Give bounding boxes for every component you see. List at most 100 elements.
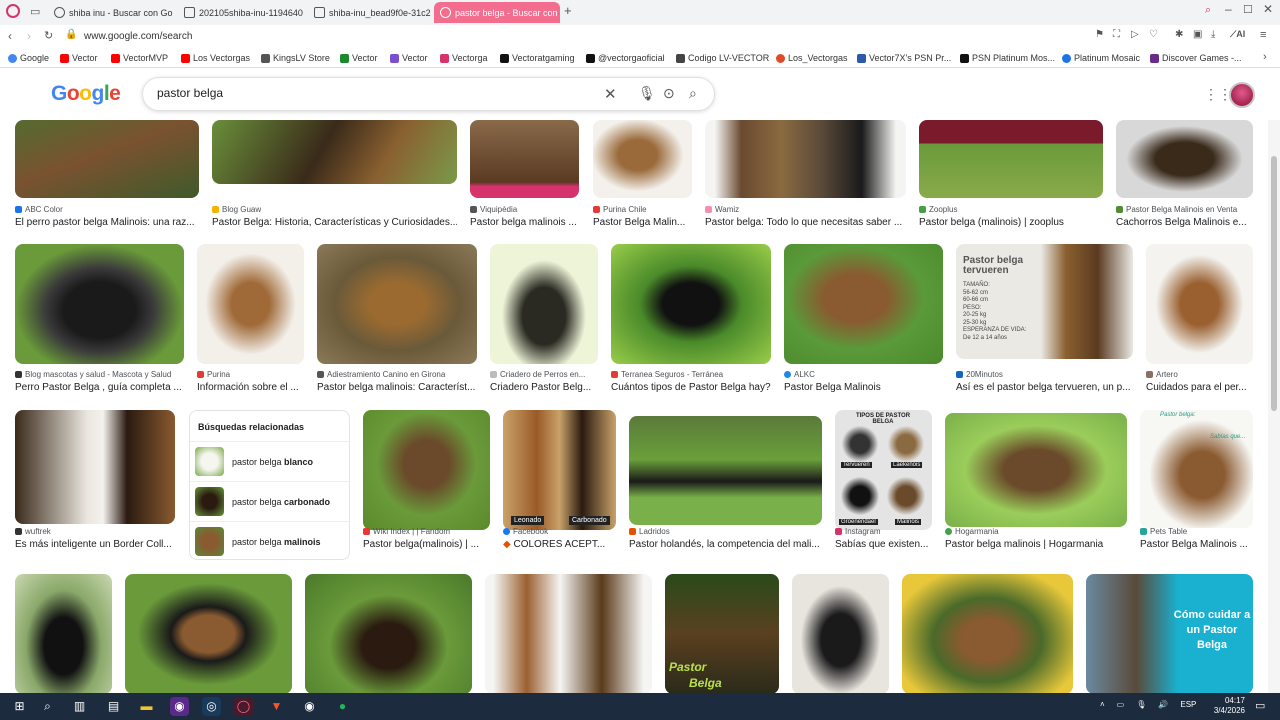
bookmark-item[interactable]: Vector7X's PSN Pr... xyxy=(857,53,951,63)
result-title[interactable]: Pastor belga (malinois) | zooplus xyxy=(919,217,1103,228)
reload-icon[interactable]: ↻ xyxy=(44,29,53,42)
discord-icon[interactable]: ◉ xyxy=(170,697,189,716)
address-bar[interactable]: www.google.com/search xyxy=(84,31,192,42)
tray-expand-icon[interactable]: ˄ xyxy=(1100,700,1105,709)
file-explorer-icon[interactable]: ▬ xyxy=(137,697,156,716)
result-image[interactable]: Pastor belga tervueren TAMAÑO: 56-62 cm … xyxy=(956,244,1133,359)
result-title[interactable]: Cachorros Belga Malinois e... xyxy=(1116,217,1253,228)
download-icon[interactable]: ⤓ xyxy=(1211,29,1215,40)
menu-icon[interactable]: ≡ xyxy=(1260,29,1266,41)
page-scrollbar[interactable] xyxy=(1268,120,1280,693)
bookmark-item[interactable]: Los Vectorgas xyxy=(181,53,250,63)
bookmark-icon[interactable]: ⚑ xyxy=(1095,29,1104,40)
bookmark-item[interactable]: Vector xyxy=(340,53,378,63)
result-title[interactable]: Pastor Belga Malinois xyxy=(784,382,943,393)
browser-logo-icon[interactable] xyxy=(6,4,20,18)
result-title[interactable]: Pastor Belga Malinois ... xyxy=(1140,539,1253,550)
maximize-icon[interactable]: ☐ xyxy=(1243,3,1253,16)
brave-icon[interactable]: ▼ xyxy=(267,697,286,716)
ai-icon[interactable]: ⟋AI xyxy=(1230,29,1245,40)
related-search-malinois[interactable]: pastor belga malinois xyxy=(190,521,350,561)
result-image[interactable] xyxy=(485,574,652,693)
related-search-blanco[interactable]: pastor belga blanco xyxy=(190,441,350,481)
bookmark-item[interactable]: Platinum Mosaic xyxy=(1062,53,1140,63)
result-title[interactable]: Pastor Belga: Historia, Características … xyxy=(212,217,457,228)
bookmark-item[interactable]: Vectorga xyxy=(440,53,488,63)
result-title[interactable]: Pastor belga malinois | Hogarmania xyxy=(945,539,1127,550)
result-image[interactable] xyxy=(212,120,457,184)
bookmark-item[interactable]: Los_Vectorgas xyxy=(776,53,848,63)
tab-shiba-image-1[interactable]: 202105shiba-inu-1194640 xyxy=(178,2,306,23)
search-tabs-icon[interactable]: ⌕ xyxy=(1205,4,1211,17)
result-title[interactable]: Pastor holandés, la competencia del mali… xyxy=(629,539,822,550)
result-title[interactable]: Es más inteligente un Border Coll... xyxy=(15,539,175,550)
close-window-icon[interactable]: ✕ xyxy=(1263,2,1273,16)
avatar[interactable] xyxy=(1229,82,1255,108)
bookmark-item[interactable]: VectorMVP xyxy=(111,53,168,63)
bookmark-item[interactable]: Vectoratgaming xyxy=(500,53,575,63)
result-image[interactable] xyxy=(317,244,477,364)
bookmark-item[interactable]: Codigo LV-VECTOR xyxy=(676,53,769,63)
result-title[interactable]: Pastor belga: Todo lo que necesitas sabe… xyxy=(705,217,906,228)
result-image[interactable] xyxy=(902,574,1073,693)
bookmark-item[interactable]: PSN Platinum Mos... xyxy=(960,53,1055,63)
minimize-icon[interactable]: – xyxy=(1225,2,1232,16)
bookmark-item[interactable]: @vectorgaoficial xyxy=(586,53,665,63)
search-input[interactable] xyxy=(157,86,587,100)
result-image[interactable] xyxy=(470,120,579,198)
new-tab-button[interactable]: + xyxy=(564,3,572,18)
bookmark-item[interactable]: Discover Games -... xyxy=(1150,53,1242,63)
more-bookmarks-icon[interactable]: › xyxy=(1263,51,1267,63)
search-icon[interactable]: ⌕ xyxy=(689,85,697,102)
tab-pastor-belga[interactable]: pastor belga - Buscar con xyxy=(434,2,560,23)
network-icon[interactable]: ▭ xyxy=(1117,700,1125,709)
result-image[interactable] xyxy=(15,410,175,524)
result-image[interactable]: TIPOS DE PASTOR BELGA Tervueren Laekenoi… xyxy=(835,410,932,530)
result-image[interactable]: Pastor belga: Sabías que... xyxy=(1140,410,1253,528)
result-title[interactable]: Pastor belga malinois ... xyxy=(470,217,579,228)
tab-shiba-search[interactable]: shiba inu - Buscar con Go xyxy=(48,2,176,23)
extensions-icon[interactable]: ✱ xyxy=(1175,29,1183,40)
clock[interactable]: 04:17 3/4/2026 xyxy=(1205,696,1245,716)
bookmark-item[interactable]: Vector xyxy=(60,53,98,63)
result-image[interactable]: Leonado Carbonado xyxy=(503,410,616,530)
screenshot-icon[interactable]: ⛶ xyxy=(1113,29,1120,40)
google-logo[interactable]: Google xyxy=(51,82,121,106)
result-title[interactable]: Criadero Pastor Belg... xyxy=(490,382,598,393)
result-title[interactable]: Cuidados para el per... xyxy=(1146,382,1253,393)
result-image[interactable] xyxy=(593,120,692,198)
result-image[interactable] xyxy=(1146,244,1253,364)
result-image[interactable] xyxy=(197,244,304,364)
result-image[interactable] xyxy=(305,574,472,693)
task-view-icon[interactable]: ▥ xyxy=(70,697,89,716)
result-image[interactable] xyxy=(363,410,490,530)
result-image[interactable] xyxy=(611,244,771,364)
result-image[interactable] xyxy=(705,120,906,198)
clear-search-icon[interactable]: ✕ xyxy=(604,85,617,103)
result-title[interactable]: Información sobre el ... xyxy=(197,382,304,393)
bookmark-item[interactable]: KingsLV Store xyxy=(261,53,330,63)
result-image[interactable] xyxy=(629,416,822,525)
bookmark-item[interactable]: Vector xyxy=(390,53,428,63)
heart-icon[interactable]: ♡ xyxy=(1149,29,1158,40)
browser-icon[interactable]: ◯ xyxy=(234,697,253,716)
result-image[interactable] xyxy=(919,120,1103,198)
result-image[interactable] xyxy=(945,413,1127,527)
result-image[interactable] xyxy=(125,574,292,693)
result-image[interactable] xyxy=(490,244,598,364)
result-title[interactable]: Pastor Belga Malin... xyxy=(593,217,692,228)
result-title[interactable]: Sabías que existen... xyxy=(835,539,932,550)
obs-icon[interactable]: ◉ xyxy=(300,697,319,716)
result-title[interactable]: Pastor belga(malinois) | ... xyxy=(363,539,490,550)
result-image[interactable]: Cómo cuidar a un Pastor Belga xyxy=(1086,574,1253,693)
notifications-icon[interactable]: ▭ xyxy=(1255,699,1265,712)
result-image[interactable] xyxy=(1116,120,1253,198)
result-title[interactable]: ◆ COLORES ACEPT... xyxy=(503,539,616,550)
microphone-icon[interactable]: 🎙 xyxy=(638,85,656,102)
windows-start-icon[interactable]: ⊞ xyxy=(10,697,29,716)
back-icon[interactable]: ‹ xyxy=(8,29,12,43)
result-title[interactable]: Pastor belga malinois: Característ... xyxy=(317,382,477,393)
spotify-icon[interactable]: ● xyxy=(333,697,352,716)
result-image[interactable]: Pastor Belga xyxy=(665,574,779,693)
volume-icon[interactable]: 🔊 xyxy=(1158,700,1168,709)
